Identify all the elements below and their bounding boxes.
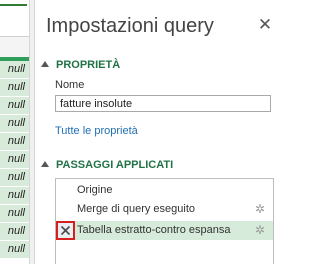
applied-steps-header-label: PASSAGGI APPLICATI xyxy=(56,159,174,171)
step-origine[interactable]: Origine xyxy=(56,181,273,200)
grid-cell[interactable]: null xyxy=(0,115,29,133)
grid-cell[interactable]: null xyxy=(0,79,29,97)
grid-cell[interactable]: null xyxy=(0,169,29,187)
step-merge-query[interactable]: Merge di query eseguito ✲ xyxy=(56,200,273,219)
properties-section-header[interactable]: PROPRIETÀ xyxy=(41,59,120,71)
grid-cell[interactable]: null xyxy=(0,97,29,115)
step-label: Tabella estratto-contro espansa xyxy=(77,224,231,236)
query-name-input[interactable] xyxy=(55,95,271,112)
applied-steps-section-header[interactable]: PASSAGGI APPLICATI xyxy=(41,159,173,171)
grid-cell[interactable]: null xyxy=(0,205,29,223)
step-label: Merge di query eseguito xyxy=(77,203,196,215)
query-tab-indicator xyxy=(0,4,27,36)
step-label: Origine xyxy=(77,184,113,196)
applied-steps-list: Origine Merge di query eseguito ✲ Tabell… xyxy=(55,178,274,264)
gear-icon[interactable]: ✲ xyxy=(253,202,267,216)
grid-rows: null null null null null null null null … xyxy=(0,61,29,259)
query-settings-pane: Impostazioni query ✕ PROPRIETÀ Nome Tutt… xyxy=(35,0,285,264)
column-header[interactable]: ▾ xyxy=(0,36,29,89)
grid-top-area xyxy=(0,0,29,36)
grid-cell[interactable]: null xyxy=(0,223,29,241)
collapse-triangle-icon[interactable] xyxy=(41,61,49,67)
properties-header-label: PROPRIETÀ xyxy=(56,59,121,71)
grid-cell[interactable]: null xyxy=(0,151,29,169)
grid-cell[interactable]: null xyxy=(0,61,29,79)
close-icon[interactable]: ✕ xyxy=(257,16,273,33)
gear-icon[interactable]: ✲ xyxy=(253,223,267,237)
pane-title: Impostazioni query xyxy=(46,15,214,37)
grid-cell[interactable]: null xyxy=(0,187,29,205)
all-properties-link[interactable]: Tutte le proprietà xyxy=(55,125,138,137)
data-grid-strip: ▾ null null null null null null null nul… xyxy=(0,0,29,264)
collapse-triangle-icon[interactable] xyxy=(41,161,49,167)
step-expanded-table[interactable]: Tabella estratto-contro espansa ✲ xyxy=(56,221,273,240)
name-label: Nome xyxy=(55,79,85,91)
grid-cell[interactable]: null xyxy=(0,241,29,259)
grid-cell[interactable]: null xyxy=(0,133,29,151)
delete-x-icon[interactable] xyxy=(56,221,75,240)
